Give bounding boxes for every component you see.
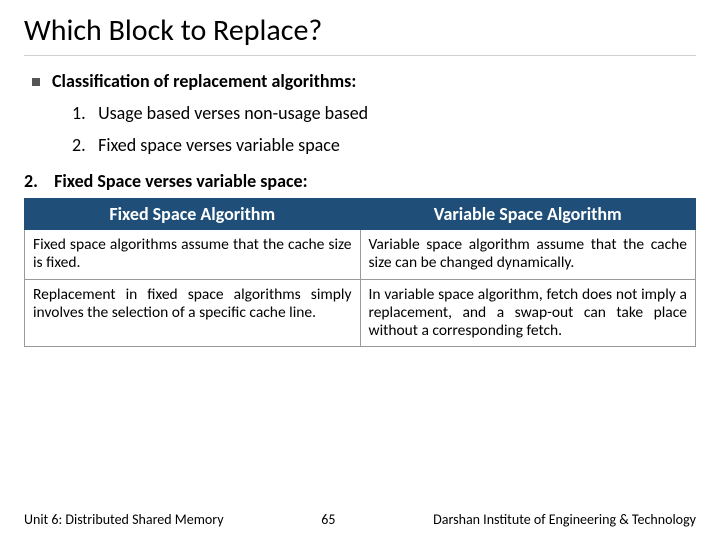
th-variable: Variable Space Algorithm bbox=[360, 199, 696, 230]
list-item-1: 1. Usage based verses non-usage based bbox=[72, 102, 696, 124]
bullet-text: Classification of replacement algorithms… bbox=[52, 70, 356, 92]
cell-r1c2: Variable space algorithm assume that the… bbox=[360, 230, 696, 280]
table-row: Replacement in fixed space algorithms si… bbox=[25, 279, 696, 347]
item1-num: 1. bbox=[72, 102, 94, 124]
slide-title: Which Block to Replace? bbox=[24, 12, 696, 56]
square-bullet-icon bbox=[32, 78, 40, 86]
table-header-row: Fixed Space Algorithm Variable Space Alg… bbox=[25, 199, 696, 230]
section-heading: 2. Fixed Space verses variable space: bbox=[24, 170, 696, 192]
footer-right: Darshan Institute of Engineering & Techn… bbox=[433, 511, 696, 528]
cell-r2c1: Replacement in fixed space algorithms si… bbox=[25, 279, 361, 347]
item2-num: 2. bbox=[72, 134, 94, 156]
section-num: 2. bbox=[24, 170, 50, 192]
footer: Unit 6: Distributed Shared Memory 65 Dar… bbox=[0, 511, 720, 528]
footer-page-number: 65 bbox=[321, 511, 335, 528]
cell-r1c1: Fixed space algorithms assume that the c… bbox=[25, 230, 361, 280]
list-item-2: 2. Fixed space verses variable space bbox=[72, 134, 696, 156]
section-text: Fixed Space verses variable space: bbox=[54, 170, 307, 192]
footer-left: Unit 6: Distributed Shared Memory bbox=[24, 511, 224, 528]
cell-r2c2: In variable space algorithm, fetch does … bbox=[360, 279, 696, 347]
th-fixed: Fixed Space Algorithm bbox=[25, 199, 361, 230]
table-row: Fixed space algorithms assume that the c… bbox=[25, 230, 696, 280]
item2-text: Fixed space verses variable space bbox=[98, 134, 340, 156]
comparison-table: Fixed Space Algorithm Variable Space Alg… bbox=[24, 198, 696, 347]
item1-text: Usage based verses non-usage based bbox=[98, 102, 368, 124]
bullet-classification: Classification of replacement algorithms… bbox=[32, 70, 696, 92]
